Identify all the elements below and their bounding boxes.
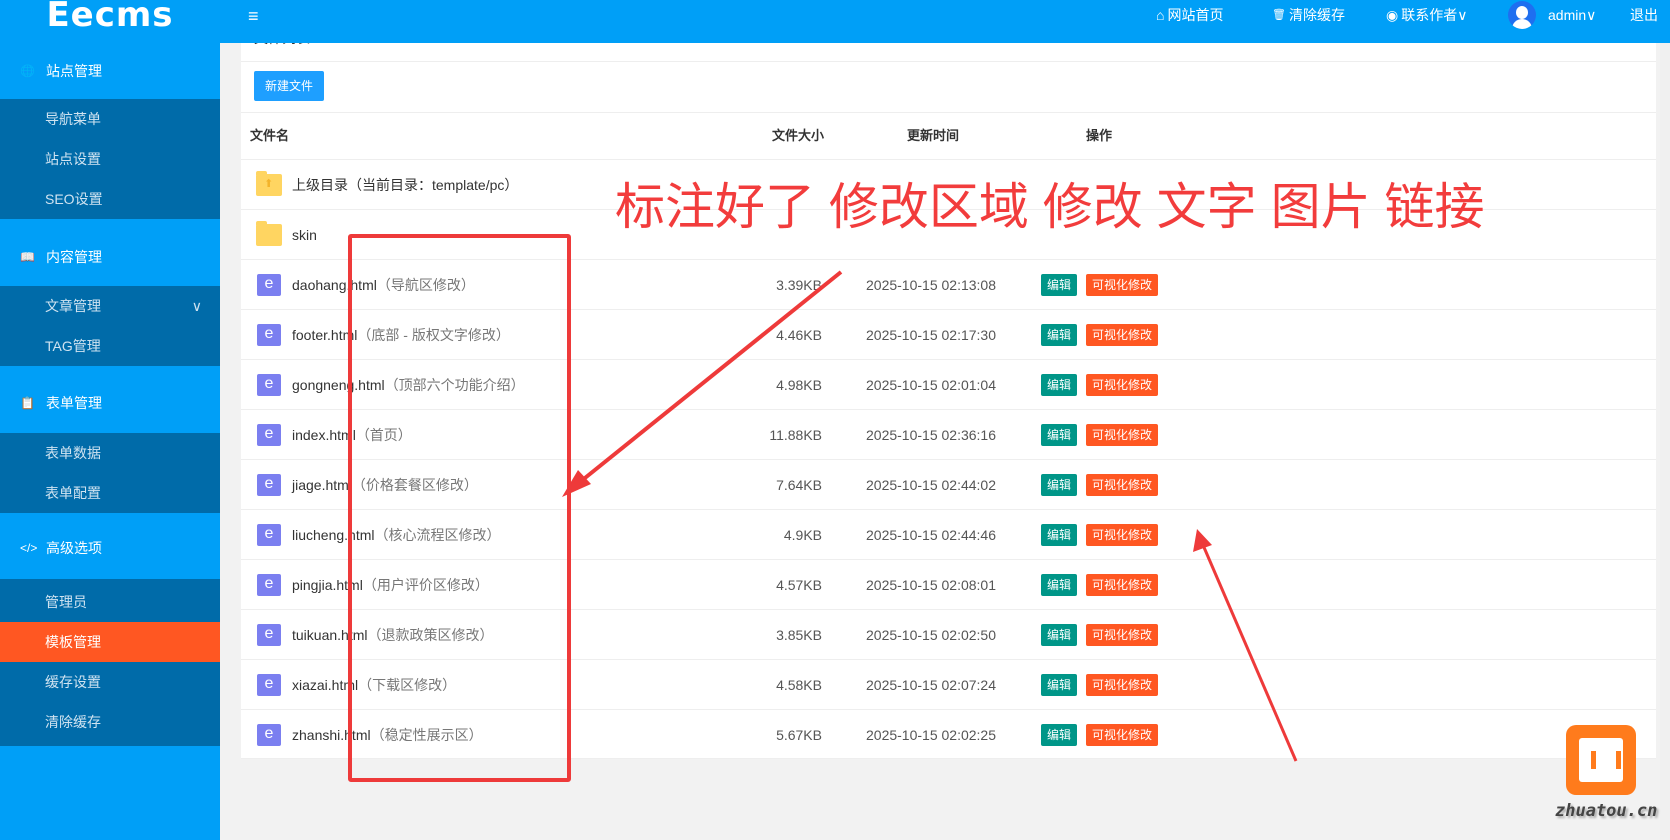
trash-icon: 🗑 bbox=[1272, 9, 1286, 21]
site-home-link[interactable]: ⌂ 网站首页 bbox=[1156, 0, 1223, 30]
wechat-icon: ◉ bbox=[1386, 7, 1399, 23]
watermark-text: zhuatou.cn bbox=[1555, 801, 1658, 821]
user-dropdown[interactable]: admin∨ bbox=[1548, 0, 1596, 30]
top-header: Eecms ≡ ⌂ 网站首页 🗑 清除缓存 ◉ 联系作者∨ admin∨ 退出 bbox=[0, 0, 1670, 43]
clear-cache-label: 清除缓存 bbox=[1288, 7, 1345, 23]
watermark-logo bbox=[1566, 725, 1636, 795]
menu-toggle-icon[interactable]: ≡ bbox=[248, 6, 259, 27]
logo[interactable]: Eecms bbox=[0, 0, 220, 43]
avatar[interactable] bbox=[1508, 1, 1536, 29]
arrow-right bbox=[1201, 544, 1298, 762]
arrow-left bbox=[573, 270, 843, 488]
site-home-label: 网站首页 bbox=[1167, 7, 1224, 23]
contact-author-label: 联系作者∨ bbox=[1401, 7, 1468, 23]
annotation-arrows bbox=[562, 270, 1298, 762]
logout-link[interactable]: 退出 bbox=[1630, 0, 1658, 30]
clear-cache-link[interactable]: 🗑 清除缓存 bbox=[1272, 0, 1345, 30]
arrow-right-head bbox=[1193, 529, 1212, 552]
home-icon: ⌂ bbox=[1156, 7, 1165, 23]
arrow-left-head bbox=[562, 470, 591, 497]
contact-author-dropdown[interactable]: ◉ 联系作者∨ bbox=[1386, 0, 1467, 30]
